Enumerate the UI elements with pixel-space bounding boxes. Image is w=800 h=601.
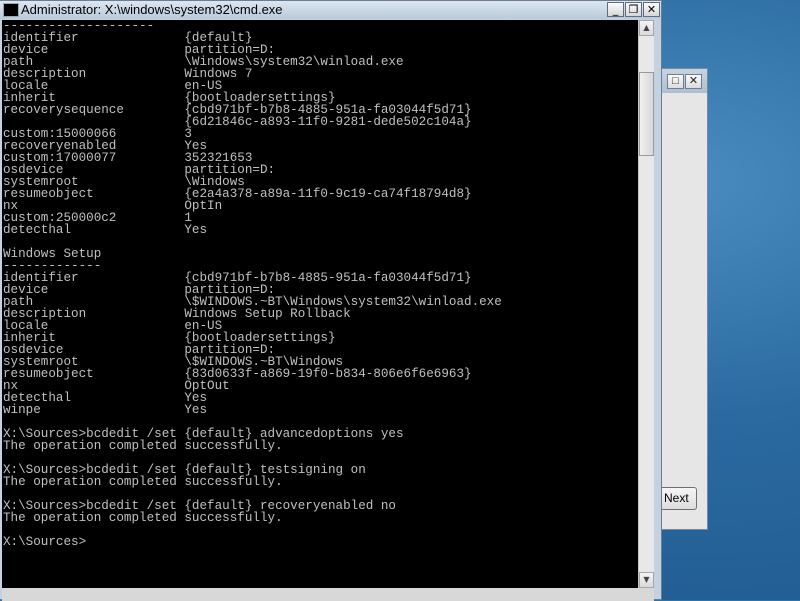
close-icon[interactable]: ✕ [643, 2, 660, 17]
maximize-icon[interactable]: □ [667, 74, 684, 89]
console-line: The operation completed successfully. [3, 475, 283, 489]
console-line: winpe Yes [3, 403, 208, 417]
window-title: Administrator: X:\windows\system32\cmd.e… [21, 2, 283, 17]
minimize-icon[interactable]: _ [607, 2, 624, 17]
scroll-thumb[interactable] [639, 72, 654, 156]
console-output[interactable]: -------------------- identifier {default}… [2, 20, 638, 588]
close-icon[interactable]: ✕ [685, 74, 702, 89]
cmd-icon [3, 3, 19, 17]
console-line: The operation completed successfully. [3, 511, 283, 525]
cmd-window[interactable]: Administrator: X:\windows\system32\cmd.e… [0, 0, 662, 601]
window-bottom-border [2, 588, 654, 601]
vertical-scrollbar[interactable]: ▲ ▼ [638, 20, 654, 588]
console-line: X:\Sources> [3, 535, 87, 549]
console-line: The operation completed successfully. [3, 439, 283, 453]
console-text: -------------------- identifier {default}… [3, 20, 502, 548]
maximize-icon[interactable]: ❐ [625, 2, 642, 17]
scroll-up-icon[interactable]: ▲ [639, 20, 654, 36]
console-line: detecthal Yes [3, 223, 208, 237]
cmd-titlebar[interactable]: Administrator: X:\windows\system32\cmd.e… [0, 1, 661, 19]
scroll-down-icon[interactable]: ▼ [639, 572, 654, 588]
